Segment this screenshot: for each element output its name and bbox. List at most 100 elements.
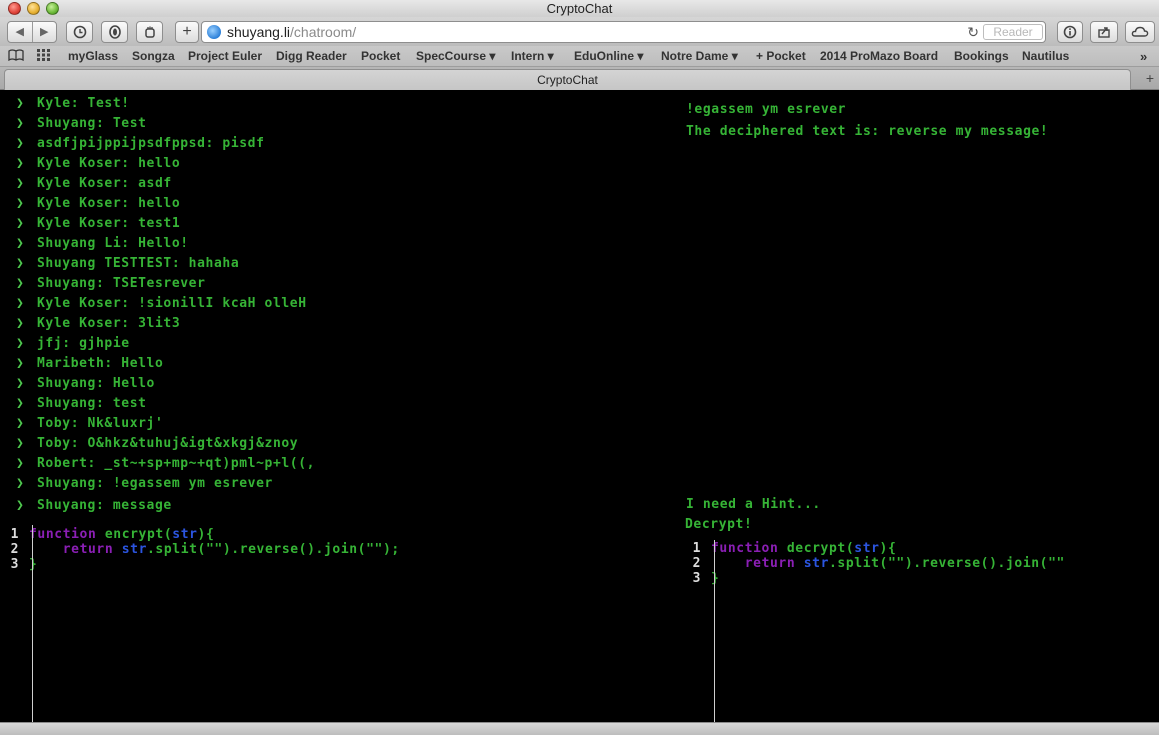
line-number: 2 [10,542,19,557]
minimize-window-button[interactable] [27,2,40,15]
bookmark-folder-eduonline[interactable]: EduOnline ▾ [574,46,643,67]
privacy-button[interactable] [136,21,163,43]
tab-cryptochat[interactable]: CryptoChat [4,69,1131,90]
clock-icon [73,25,86,39]
chat-message-text: asdfjpijppijpsdfppsd: pisdf [37,136,265,151]
chat-message: ❯ jfj: gjhpie [0,334,680,354]
bookmark-bookings[interactable]: Bookings [954,46,1009,67]
punct: ){ [197,527,215,542]
icloud-button[interactable] [1125,21,1155,43]
chat-message-text: Shuyang: Test [37,116,147,131]
chat-message-text: Maribeth: Hello [37,356,164,371]
add-bookmark-button[interactable]: + [175,21,199,43]
bookmark-project-euler[interactable]: Project Euler [188,46,262,67]
chat-message: ❯ Toby: Nk&luxrj' [0,414,680,434]
bookmark-folder-speccourse[interactable]: SpecCourse ▾ [416,46,495,67]
chat-input-line[interactable]: ❯ Shuyang: message [0,496,172,516]
chat-message: ❯ Kyle Koser: 3lit3 [0,314,680,334]
chat-message: ❯ Robert: _st~+sp+mp~+qt)pml~p+l((, [0,454,680,474]
shield-button[interactable] [101,21,128,43]
window-titlebar: CryptoChat [0,0,1159,17]
chat-message: ❯ Shuyang: Hello [0,374,680,394]
prompt-arrow-icon: ❯ [16,116,25,131]
new-tab-button[interactable]: + [1146,70,1154,86]
share-icon [1098,27,1110,38]
browser-toolbar: ◀ ▶ + shuyang.li/chatroom/ ↻ Reader [0,17,1159,46]
chat-message-text: Kyle Koser: hello [37,196,181,211]
bookmarks-bar: myGlass Songza Project Euler Digg Reader… [0,46,1159,67]
bookmark-folder-intern[interactable]: Intern ▾ [511,46,554,67]
chat-message: ❯ Kyle Koser: hello [0,154,680,174]
address-bar[interactable]: shuyang.li/chatroom/ ↻ Reader [201,21,1046,43]
decrypt-output: !egassem ym esrever The deciphered text … [686,99,1048,143]
chat-message: ❯ Shuyang: Test [0,114,680,134]
forward-button[interactable]: ▶ [31,22,57,42]
info-icon [1063,25,1077,39]
encrypt-code-editor[interactable]: 1 function encrypt(str){ 2 return str.spl… [5,527,675,572]
bookmark-folder-notre-dame[interactable]: Notre Dame ▾ [661,46,738,67]
nav-buttons: ◀ ▶ [7,21,57,43]
status-bar [0,722,1159,735]
back-button[interactable]: ◀ [8,22,32,42]
prompt-arrow-icon: ❯ [16,236,25,251]
decrypt-button[interactable]: Decrypt! [685,515,752,535]
cloud-icon [1131,26,1149,37]
chat-message: ❯ Toby: O&hkz&tuhuj&igt&xkgj&znoy [0,434,680,454]
deciphered-text-line: The deciphered text is: reverse my messa… [686,124,1049,139]
line-number: 1 [10,527,19,542]
zoom-window-button[interactable] [46,2,59,15]
punct: ){ [879,541,897,556]
param: str [172,527,198,542]
hint-button[interactable]: I need a Hint... [686,495,821,515]
prompt-arrow-icon: ❯ [16,256,25,271]
prompt-arrow-icon: ❯ [16,356,25,371]
chat-message-text: Robert: _st~+sp+mp~+qt)pml~p+l((, [37,456,316,471]
prompt-arrow-icon: ❯ [16,416,25,431]
book-icon[interactable] [8,46,24,67]
code-line: 1 function encrypt(str){ [5,527,675,542]
bookmark-pocket[interactable]: Pocket [361,46,400,67]
closing-brace: } [29,557,38,572]
bookmark-digg-reader[interactable]: Digg Reader [276,46,347,67]
function-name: decrypt( [778,541,855,556]
share-button[interactable] [1090,21,1118,43]
prompt-arrow-icon: ❯ [16,196,25,211]
expression: .split("").reverse().join("" [829,556,1065,571]
ciphertext-line: !egassem ym esrever [686,102,847,117]
prompt-arrow-icon: ❯ [16,96,25,111]
grid-icon[interactable] [37,46,51,67]
expression: .split("").reverse().join(""); [147,542,400,557]
keyword: return [744,556,796,571]
history-button[interactable] [66,21,93,43]
code-line: 3} [5,557,675,572]
bookmark-nautilus[interactable]: Nautilus [1022,46,1069,67]
prompt-arrow-icon: ❯ [16,498,25,513]
bookmark-myglass[interactable]: myGlass [68,46,118,67]
chat-message-text: Toby: O&hkz&tuhuj&igt&xkgj&znoy [37,436,299,451]
close-window-button[interactable] [8,2,21,15]
more-bookmarks-icon[interactable]: » [1140,46,1147,67]
chat-message-text: Kyle Koser: hello [37,156,181,171]
reload-icon[interactable]: ↻ [967,22,979,42]
reader-button[interactable]: Reader [983,24,1043,40]
code-line: 3} [687,571,1139,586]
line-number: 1 [692,541,701,556]
keyword: function [29,527,97,542]
bookmark-songza[interactable]: Songza [132,46,175,67]
info-button[interactable] [1057,21,1083,43]
chat-message: ❯ Kyle: Test! [0,94,680,114]
line-number: 2 [692,556,701,571]
decrypt-editor-gutter [714,540,715,722]
chat-input-text: Shuyang: message [37,498,172,513]
tab-strip: CryptoChat + [0,67,1159,90]
chat-message: ❯ Shuyang Li: Hello! [0,234,680,254]
bookmark-add-pocket[interactable]: + Pocket [756,46,806,67]
window-title: CryptoChat [546,1,613,16]
tab-title: CryptoChat [537,73,598,87]
chat-message-text: Shuyang: TSETesrever [37,276,206,291]
chat-message-text: Shuyang: !egassem ym esrever [37,476,273,491]
chat-message-text: Shuyang: test [37,396,147,411]
decrypt-code-editor[interactable]: 1 function decrypt(str){ 2 return str.spl… [687,541,1139,586]
bookmark-promazo-board[interactable]: 2014 ProMazo Board [820,46,938,67]
chat-message: ❯ Kyle Koser: hello [0,194,680,214]
